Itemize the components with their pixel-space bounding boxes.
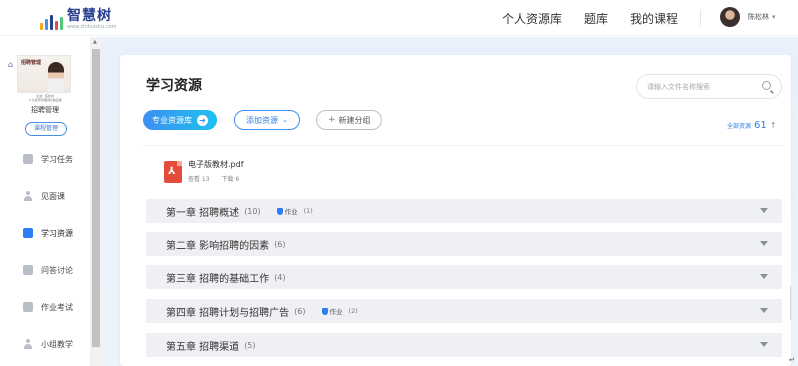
exam-icon <box>23 302 33 312</box>
new-group-label: 新建分组 <box>338 115 371 125</box>
plus-icon: + <box>328 115 336 125</box>
home-icon[interactable]: ⌂ <box>8 60 13 69</box>
homework-tag[interactable]: 作业 (1) <box>276 206 313 216</box>
return-mark-icon: ↵ <box>789 356 795 364</box>
person-icon <box>23 191 33 201</box>
caret-down-icon[interactable] <box>760 241 768 246</box>
caret-down-icon[interactable] <box>760 208 768 213</box>
sidebar-item-qa-discussion[interactable]: 问答讨论 <box>0 255 90 285</box>
file-item[interactable]: ⅄ 电子版教材.pdf 查看 13 下载 6 <box>164 159 251 183</box>
course-team: 人力资源管理团队精品课 <box>28 98 62 102</box>
chapter-title: 第五章 招聘渠道 <box>166 341 240 353</box>
top-navigation-bar: 智慧树 www.zhihuishu.com 个人资源库 题库 我的课程 陈松林 … <box>0 0 798 36</box>
homework-count: (1) <box>303 207 313 215</box>
sidebar-item-learning-tasks[interactable]: 学习任务 <box>0 144 90 174</box>
shield-icon <box>276 207 283 215</box>
resource-icon <box>23 228 33 238</box>
nav-personal-library[interactable]: 个人资源库 <box>502 10 562 27</box>
chapter-title: 第一章 招聘概述 <box>166 207 240 219</box>
scrollbar-thumb[interactable] <box>92 49 100 347</box>
nav-my-courses[interactable]: 我的课程 <box>630 10 678 27</box>
sidebar-item-group-teaching[interactable]: 小组教学 <box>0 329 90 359</box>
page-title: 学习资源 <box>146 78 202 94</box>
chapter-count: (6) <box>294 306 306 316</box>
chevron-down-icon: ⌄ <box>282 116 288 124</box>
arrow-right-icon: ➜ <box>197 114 208 126</box>
task-icon <box>23 154 33 164</box>
caret-down-icon[interactable] <box>760 274 768 279</box>
course-manage-button[interactable]: 课程管理 <box>25 122 67 136</box>
zhihuishu-logo[interactable]: 智慧树 www.zhihuishu.com <box>40 6 117 30</box>
sidebar-item-homework-exams[interactable]: 作业考试 <box>0 292 90 322</box>
group-icon <box>23 339 33 349</box>
sidebar-item-label: 问答讨论 <box>41 265 73 275</box>
scroll-up-arrow-icon[interactable]: ▲ <box>93 39 97 45</box>
edge-divider <box>790 286 791 320</box>
course-cover-title: 招聘管理 <box>21 60 42 66</box>
course-name: 招聘管理 <box>31 106 59 114</box>
chapter-row[interactable]: 第三章 招聘的基础工作 (4) <box>146 265 782 289</box>
user-menu[interactable]: 陈松林 ▾ <box>720 7 776 27</box>
search-icon[interactable] <box>762 81 771 90</box>
course-sidebar: ⌂ 招聘管理 主讲：陈松林 人力资源管理团队精品课 招聘管理 课程管理 学习任务… <box>0 37 90 366</box>
cover-person-illustration <box>48 62 64 92</box>
file-stats: 查看 13 下载 6 <box>188 174 251 183</box>
caret-down-icon[interactable] <box>760 308 768 313</box>
chapter-row[interactable]: 第一章 招聘概述 (10) 作业 (1) <box>146 199 782 223</box>
chevron-down-icon[interactable]: ▾ <box>772 13 776 21</box>
nav-divider <box>700 10 701 26</box>
pdf-file-icon: ⅄ <box>164 161 182 183</box>
total-resources[interactable]: 全部资源 61 ↑ <box>727 120 776 131</box>
file-name[interactable]: 电子版教材.pdf <box>188 159 251 170</box>
logo-text: 智慧树 <box>67 8 112 24</box>
chapter-count: (5) <box>244 340 256 350</box>
professional-library-button[interactable]: 专业资源库 ➜ <box>143 110 217 130</box>
new-group-button[interactable]: + 新建分组 <box>316 110 382 130</box>
avatar[interactable] <box>720 7 740 27</box>
shield-icon <box>321 307 328 315</box>
chapter-row[interactable]: 第五章 招聘渠道 (5) <box>146 333 782 357</box>
chapter-title: 第四章 招聘计划与招聘广告 <box>166 307 290 319</box>
chapter-title: 第二章 影响招聘的因素 <box>166 240 270 252</box>
discussion-icon <box>23 265 33 275</box>
sidebar-item-label: 作业考试 <box>41 302 73 312</box>
homework-label: 作业 <box>284 208 298 216</box>
file-views: 查看 13 <box>188 176 210 183</box>
add-resource-label: 添加资源 <box>246 115 278 125</box>
user-name[interactable]: 陈松林 <box>748 12 769 22</box>
sidebar-item-label: 学习资源 <box>41 228 73 238</box>
chevron-up-icon[interactable]: ↑ <box>770 121 777 130</box>
sidebar-item-label: 见面课 <box>41 191 65 201</box>
chapter-count: (10) <box>244 206 261 216</box>
professional-library-label: 专业资源库 <box>152 115 192 125</box>
chapter-row[interactable]: 第二章 影响招聘的因素 (6) <box>146 232 782 256</box>
chapter-title: 第三章 招聘的基础工作 <box>166 273 270 285</box>
sidebar-item-meeting-class[interactable]: 见面课 <box>0 181 90 211</box>
caret-down-icon[interactable] <box>760 342 768 347</box>
logo-url: www.zhihuishu.com <box>67 24 117 30</box>
chapter-count: (6) <box>274 239 286 249</box>
chapter-count: (4) <box>274 272 286 282</box>
total-resources-label: 全部资源 <box>727 123 752 130</box>
chapter-row[interactable]: 第四章 招聘计划与招聘广告 (6) 作业 (2) <box>146 299 782 323</box>
course-meta: 主讲：陈松林 人力资源管理团队精品课 <box>10 94 80 102</box>
course-cover-image[interactable]: 招聘管理 <box>17 55 71 93</box>
sidebar-item-label: 小组教学 <box>41 339 73 349</box>
resources-panel: 学习资源 专业资源库 ➜ 添加资源 ⌄ + 新建分组 全部资源 61 ↑ ⅄ 电… <box>120 55 791 366</box>
sidebar-item-learning-resources[interactable]: 学习资源 <box>0 218 90 248</box>
top-nav: 个人资源库 题库 我的课程 <box>502 0 700 36</box>
search-box[interactable] <box>636 74 782 99</box>
file-downloads: 下载 6 <box>221 176 240 183</box>
divider <box>143 145 783 146</box>
homework-tag[interactable]: 作业 (2) <box>321 306 358 316</box>
homework-label: 作业 <box>329 308 343 316</box>
total-resources-count: 61 <box>754 120 767 131</box>
add-resource-button[interactable]: 添加资源 ⌄ <box>234 110 300 130</box>
search-input[interactable] <box>647 79 757 95</box>
sidebar-item-label: 学习任务 <box>41 154 73 164</box>
homework-count: (2) <box>348 307 358 315</box>
sidebar-scrollbar[interactable]: ▲ <box>90 37 102 366</box>
logo-bars-icon <box>40 12 63 30</box>
nav-question-bank[interactable]: 题库 <box>584 10 608 27</box>
